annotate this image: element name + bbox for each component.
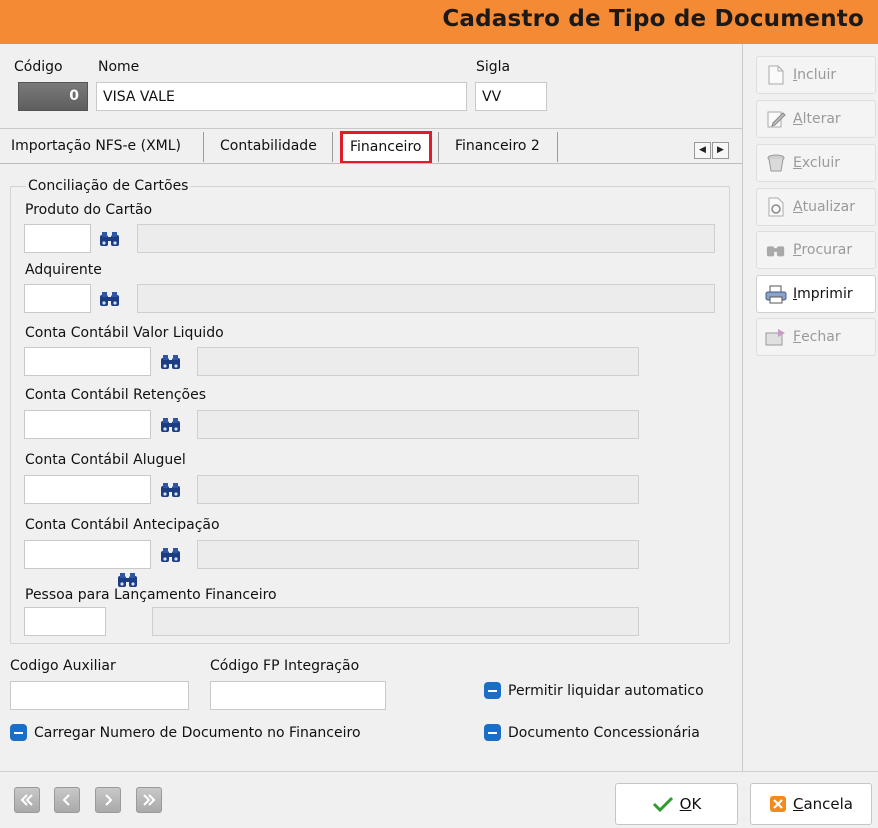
double-chevron-right-icon bbox=[143, 794, 156, 806]
sidebar-divider bbox=[742, 44, 743, 772]
tab-scroll-right-button[interactable]: ▶ bbox=[712, 142, 729, 159]
sigla-label: Sigla bbox=[476, 59, 511, 75]
arrow-right-icon: ▶ bbox=[717, 145, 724, 155]
cancela-button[interactable]: Cancela bbox=[750, 783, 872, 825]
cc-retencoes-label: Conta Contábil Retenções bbox=[25, 387, 206, 403]
binoculars-icon[interactable] bbox=[160, 354, 182, 370]
tab-separator bbox=[557, 132, 558, 162]
close-window-icon bbox=[765, 327, 787, 347]
pessoa-lancamento-description-field bbox=[152, 607, 639, 636]
permitir-liquidar-checkbox[interactable]: Permitir liquidar automatico bbox=[484, 682, 704, 699]
codigo-label: Código bbox=[14, 59, 63, 75]
binoculars-icon[interactable] bbox=[160, 417, 182, 433]
checkmark-icon bbox=[652, 796, 673, 812]
produto-cartao-label: Produto do Cartão bbox=[25, 202, 153, 218]
alterar-button[interactable]: Alterar bbox=[756, 100, 876, 138]
conciliacao-group-label: Conciliação de Cartões bbox=[26, 178, 191, 194]
sigla-field[interactable]: VV bbox=[475, 82, 547, 111]
tab-separator bbox=[203, 132, 204, 162]
codigo-fp-integracao-label: Código FP Integração bbox=[210, 658, 360, 674]
produto-cartao-code-field[interactable] bbox=[24, 224, 91, 253]
cc-antecipacao-code-field[interactable] bbox=[24, 540, 151, 569]
checkbox-icon bbox=[484, 682, 501, 699]
trash-icon bbox=[765, 153, 787, 173]
adquirente-code-field[interactable] bbox=[24, 284, 91, 313]
title-bar: Cadastro de Tipo de Documento bbox=[0, 0, 878, 44]
first-record-button[interactable] bbox=[14, 787, 40, 813]
adquirente-description-field bbox=[137, 284, 715, 313]
footer-divider bbox=[0, 771, 878, 772]
cc-retencoes-description-field bbox=[197, 410, 639, 439]
excluir-button[interactable]: Excluir bbox=[756, 144, 876, 182]
chevron-left-icon bbox=[62, 794, 70, 806]
codigo-field[interactable]: 0 bbox=[18, 82, 88, 111]
procurar-button[interactable]: Procurar bbox=[756, 231, 876, 269]
produto-cartao-description-field bbox=[137, 224, 715, 253]
double-chevron-left-icon bbox=[20, 794, 33, 806]
documento-concessionaria-label: Documento Concessionária bbox=[508, 724, 700, 741]
next-record-button[interactable] bbox=[95, 787, 121, 813]
imprimir-button[interactable]: Imprimir bbox=[756, 275, 876, 313]
atualizar-button[interactable]: Atualizar bbox=[756, 188, 876, 226]
tab-separator bbox=[332, 132, 333, 162]
binoculars-icon[interactable] bbox=[99, 291, 121, 307]
tab-strip-bottom-border bbox=[0, 163, 742, 164]
tab-importacao-nfse[interactable]: Importação NFS-e (XML) bbox=[11, 138, 181, 154]
chevron-right-icon bbox=[105, 794, 113, 806]
adquirente-label: Adquirente bbox=[25, 262, 102, 278]
nome-field[interactable]: VISA VALE bbox=[96, 82, 467, 111]
binoculars-icon[interactable] bbox=[160, 547, 182, 563]
printer-icon bbox=[765, 284, 787, 304]
cc-valor-liquido-code-field[interactable] bbox=[24, 347, 151, 376]
cc-valor-liquido-description-field bbox=[197, 347, 639, 376]
tab-scroll-left-button[interactable]: ◀ bbox=[694, 142, 711, 159]
window-title: Cadastro de Tipo de Documento bbox=[442, 6, 864, 32]
fechar-button[interactable]: Fechar bbox=[756, 318, 876, 356]
carregar-numero-label: Carregar Numero de Documento no Financei… bbox=[34, 724, 361, 741]
tab-financeiro[interactable]: Financeiro bbox=[340, 131, 432, 164]
new-document-icon bbox=[765, 65, 787, 85]
cc-aluguel-label: Conta Contábil Aluguel bbox=[25, 452, 186, 468]
incluir-button[interactable]: Incluir bbox=[756, 56, 876, 94]
binoculars-icon[interactable] bbox=[160, 482, 182, 498]
binoculars-icon bbox=[765, 240, 787, 260]
cc-valor-liquido-label: Conta Contábil Valor Liquido bbox=[25, 325, 224, 341]
tab-financeiro-2[interactable]: Financeiro 2 bbox=[455, 138, 540, 154]
edit-icon bbox=[765, 109, 787, 129]
codigo-fp-integracao-field[interactable] bbox=[210, 681, 386, 710]
nome-label: Nome bbox=[98, 59, 140, 75]
carregar-numero-checkbox[interactable]: Carregar Numero de Documento no Financei… bbox=[10, 724, 361, 741]
checkbox-icon bbox=[484, 724, 501, 741]
pessoa-lancamento-code-field[interactable] bbox=[24, 607, 106, 636]
ok-button[interactable]: OK bbox=[615, 783, 738, 825]
binoculars-icon[interactable] bbox=[99, 231, 121, 247]
arrow-left-icon: ◀ bbox=[699, 145, 706, 155]
checkbox-icon bbox=[10, 724, 27, 741]
tab-separator bbox=[438, 132, 439, 162]
last-record-button[interactable] bbox=[136, 787, 162, 813]
divider bbox=[0, 128, 742, 129]
cc-antecipacao-label: Conta Contábil Antecipação bbox=[25, 517, 220, 533]
binoculars-icon[interactable] bbox=[117, 572, 139, 588]
tab-contabilidade[interactable]: Contabilidade bbox=[220, 138, 317, 154]
previous-record-button[interactable] bbox=[54, 787, 80, 813]
permitir-liquidar-label: Permitir liquidar automatico bbox=[508, 682, 704, 699]
cc-antecipacao-description-field bbox=[197, 540, 639, 569]
refresh-icon bbox=[765, 197, 787, 217]
cc-retencoes-code-field[interactable] bbox=[24, 410, 151, 439]
codigo-auxiliar-field[interactable] bbox=[10, 681, 189, 710]
pessoa-lancamento-label: Pessoa para Lançamento Financeiro bbox=[25, 587, 277, 603]
cancel-icon bbox=[769, 796, 786, 812]
cc-aluguel-description-field bbox=[197, 475, 639, 504]
codigo-auxiliar-label: Codigo Auxiliar bbox=[10, 658, 116, 674]
cc-aluguel-code-field[interactable] bbox=[24, 475, 151, 504]
tab-financeiro-label: Financeiro bbox=[350, 139, 422, 155]
documento-concessionaria-checkbox[interactable]: Documento Concessionária bbox=[484, 724, 700, 741]
